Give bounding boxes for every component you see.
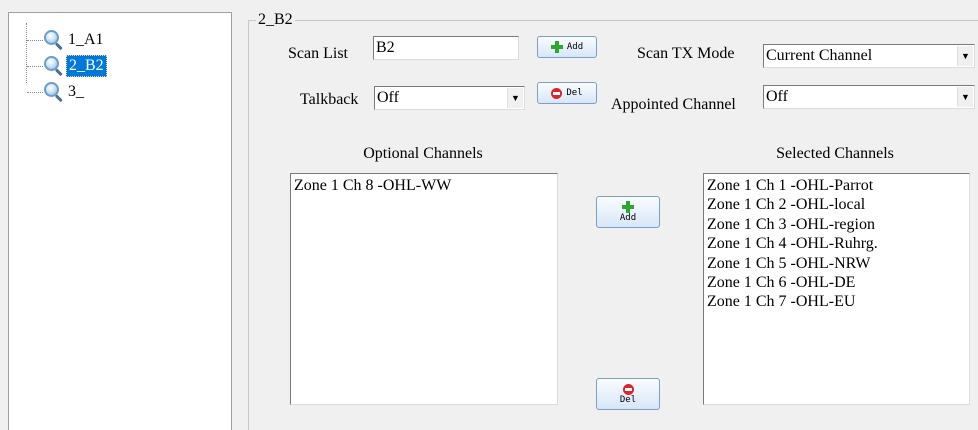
selected-channels-list[interactable]: Zone 1 Ch 1 -OHL-Parrot Zone 1 Ch 2 -OHL…	[703, 173, 970, 405]
appointed-channel-value: Off	[766, 88, 788, 105]
del-button-label: Del	[566, 88, 583, 98]
remove-channel-button[interactable]: Del	[596, 378, 660, 410]
appointed-channel-select[interactable]: Off ▼	[763, 85, 975, 109]
scan-list-label: Scan List	[288, 45, 348, 62]
list-item[interactable]: Zone 1 Ch 8 -OHL-WW	[294, 176, 557, 195]
list-item[interactable]: Zone 1 Ch 5 -OHL-NRW	[707, 254, 969, 273]
tree-node-label: 1_A1	[68, 31, 104, 48]
delete-icon	[622, 383, 634, 395]
tree-node-3[interactable]: 3_	[27, 81, 86, 103]
list-item[interactable]: Zone 1 Ch 3 -OHL-region	[707, 215, 969, 234]
selected-channels-header: Selected Channels	[776, 145, 894, 162]
talkback-value: Off	[377, 89, 399, 106]
del-channel-label: Del	[619, 394, 637, 405]
talkback-select[interactable]: Off ▼	[374, 86, 525, 110]
dropdown-arrow-icon[interactable]: ▼	[957, 87, 973, 107]
list-item[interactable]: Zone 1 Ch 6 -OHL-DE	[707, 273, 969, 292]
plus-icon	[550, 41, 563, 53]
delete-scan-list-button[interactable]: Del	[537, 82, 597, 104]
groupbox-title: 2_B2	[256, 11, 295, 29]
scan-list-tree[interactable]: 1_A1 2_B2 3_	[8, 12, 232, 430]
dropdown-arrow-icon[interactable]: ▼	[507, 88, 523, 108]
tree-branch-line	[27, 65, 43, 67]
scan-list-name-input[interactable]: B2	[373, 36, 519, 60]
magnifier-icon	[43, 29, 65, 51]
appointed-channel-label: Appointed Channel	[611, 96, 736, 113]
tree-node-1[interactable]: 1_A1	[27, 29, 106, 51]
tree-node-label-selected: 2_B2	[66, 55, 107, 77]
scan-tx-mode-label: Scan TX Mode	[637, 45, 735, 62]
list-item[interactable]: Zone 1 Ch 7 -OHL-EU	[707, 292, 969, 311]
scan-tx-mode-select[interactable]: Current Channel ▼	[763, 44, 975, 68]
add-scan-list-button[interactable]: Add	[537, 36, 597, 58]
delete-icon	[551, 87, 563, 99]
list-item[interactable]: Zone 1 Ch 2 -OHL-local	[707, 195, 969, 214]
add-channel-button[interactable]: Add	[596, 196, 660, 228]
optional-channels-list[interactable]: Zone 1 Ch 8 -OHL-WW	[290, 173, 558, 405]
add-button-label: Add	[566, 42, 584, 52]
tree-branch-line	[27, 91, 43, 93]
scan-tx-mode-value: Current Channel	[766, 47, 873, 64]
plus-icon	[622, 201, 634, 213]
list-item[interactable]: Zone 1 Ch 1 -OHL-Parrot	[707, 176, 969, 195]
list-item[interactable]: Zone 1 Ch 4 -OHL-Ruhrg.	[707, 234, 969, 253]
tree-node-2[interactable]: 2_B2	[27, 55, 107, 77]
tree-branch-line	[27, 39, 43, 41]
magnifier-icon	[43, 55, 65, 77]
talkback-label: Talkback	[300, 91, 359, 108]
add-channel-label: Add	[619, 213, 637, 223]
dropdown-arrow-icon[interactable]: ▼	[957, 46, 973, 66]
tree-node-label: 3_	[68, 83, 84, 100]
magnifier-icon	[43, 81, 65, 103]
optional-channels-header: Optional Channels	[363, 145, 483, 162]
